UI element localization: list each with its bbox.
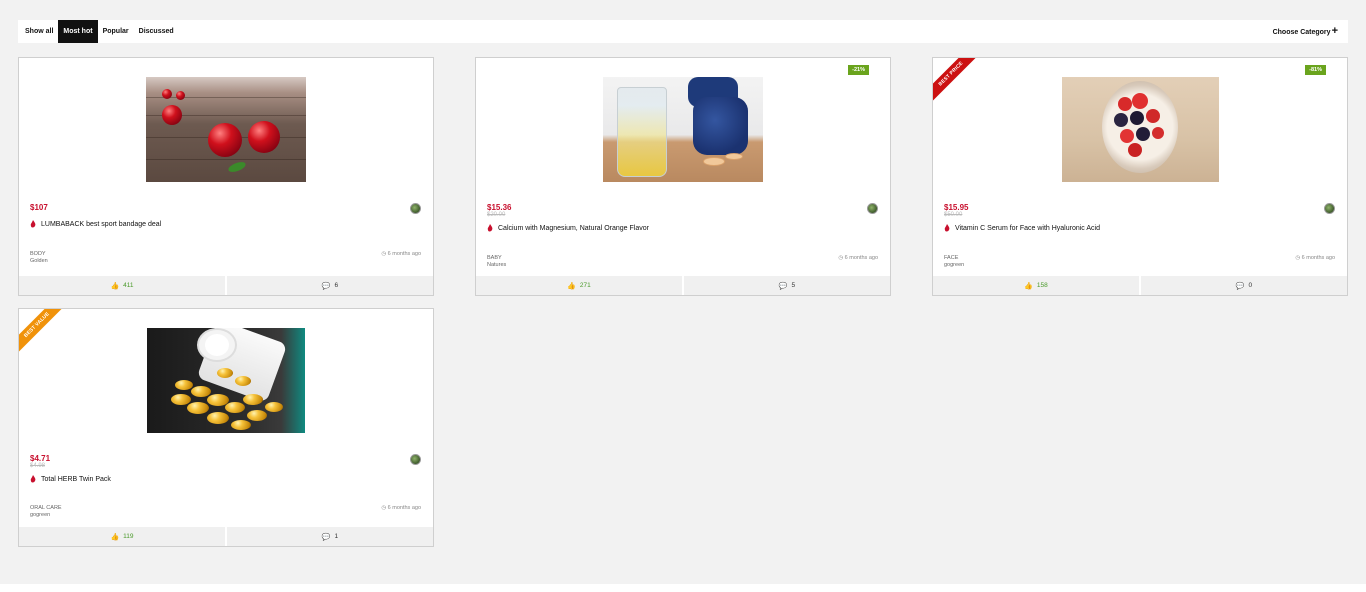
clock-icon: ◷ bbox=[1295, 255, 1301, 261]
deal-category-block: BODY Golden bbox=[30, 251, 48, 265]
avatar[interactable] bbox=[410, 454, 421, 465]
deal-old-price: $20.00 bbox=[487, 212, 506, 218]
deal-title-link[interactable]: LUMBABACK best sport bandage deal bbox=[30, 220, 161, 228]
clock-icon: ◷ bbox=[381, 251, 387, 257]
comments-button[interactable]: 💬 6 bbox=[227, 276, 433, 295]
like-button[interactable]: 👍 411 bbox=[19, 276, 225, 295]
deal-price: $4.71 bbox=[30, 454, 51, 463]
flame-icon bbox=[944, 224, 950, 232]
plus-icon: + bbox=[1331, 25, 1338, 37]
deal-category-block: FACE gogreen bbox=[944, 255, 964, 269]
deal-card[interactable]: $107 LUMBABACK best sport bandage deal B… bbox=[18, 57, 434, 296]
deal-title: Vitamin C Serum for Face with Hyaluronic… bbox=[955, 224, 1100, 232]
comment-icon: 💬 bbox=[321, 282, 331, 290]
deal-image-cherries[interactable] bbox=[146, 77, 306, 182]
deal-title-link[interactable]: Total HERB Twin Pack bbox=[30, 475, 111, 483]
flame-icon bbox=[487, 224, 493, 232]
deal-price: $15.95 bbox=[944, 203, 969, 212]
deal-author[interactable]: gogreen bbox=[30, 512, 62, 519]
flame-icon bbox=[30, 475, 36, 483]
deal-author[interactable]: Golden bbox=[30, 258, 48, 265]
deal-time: ◷ 6 months ago bbox=[838, 255, 878, 261]
deal-old-price: $4.98 bbox=[30, 463, 46, 469]
comment-icon: 💬 bbox=[778, 282, 788, 290]
deal-image-water[interactable] bbox=[603, 77, 763, 182]
choose-category-label: Choose Category bbox=[1272, 29, 1331, 36]
discount-badge: -21% bbox=[848, 65, 869, 75]
deal-price: $107 bbox=[30, 203, 48, 212]
comment-icon: 💬 bbox=[1235, 282, 1245, 290]
deal-category-block: ORAL CARE gogreen bbox=[30, 505, 62, 519]
comments-button[interactable]: 💬 1 bbox=[227, 527, 433, 546]
deal-card[interactable]: BEST PRICE -81% $15.95 $50.00 Vitamin C … bbox=[932, 57, 1348, 296]
avatar[interactable] bbox=[1324, 203, 1335, 214]
deal-category-block: BABY Natures bbox=[487, 255, 506, 269]
like-button[interactable]: 👍 158 bbox=[933, 276, 1139, 295]
clock-icon: ◷ bbox=[838, 255, 844, 261]
deal-title-link[interactable]: Vitamin C Serum for Face with Hyaluronic… bbox=[944, 224, 1100, 232]
tab-most-hot[interactable]: Most hot bbox=[58, 20, 98, 43]
deal-time: ◷ 6 months ago bbox=[381, 505, 421, 511]
tab-discussed[interactable]: Discussed bbox=[134, 20, 179, 43]
deal-footer: 👍 158 💬 0 bbox=[933, 276, 1347, 295]
deal-card[interactable]: BEST VALUE $4.71 $4.98 Total HERB Twin P… bbox=[18, 308, 434, 547]
thumbs-up-icon: 👍 bbox=[110, 282, 120, 290]
thumbs-up-icon: 👍 bbox=[110, 533, 120, 541]
deal-author[interactable]: gogreen bbox=[944, 262, 964, 269]
comment-icon: 💬 bbox=[321, 533, 331, 541]
discount-badge: -81% bbox=[1305, 65, 1326, 75]
deal-footer: 👍 271 💬 5 bbox=[476, 276, 890, 295]
deal-category[interactable]: ORAL CARE bbox=[30, 505, 62, 512]
deal-category[interactable]: BODY bbox=[30, 251, 48, 258]
deal-card[interactable]: -21% $15.36 $20.00 Calcium with Magnesiu… bbox=[475, 57, 891, 296]
deal-image-berries[interactable] bbox=[1061, 77, 1219, 182]
thumbs-up-icon: 👍 bbox=[567, 282, 576, 290]
filter-bar: Show all Most hot Popular Discussed Choo… bbox=[18, 20, 1348, 43]
deal-title: Total HERB Twin Pack bbox=[41, 475, 111, 483]
deal-price: $15.36 bbox=[487, 203, 512, 212]
comments-button[interactable]: 💬 5 bbox=[684, 276, 890, 295]
deal-category[interactable]: BABY bbox=[487, 255, 506, 262]
deal-title: Calcium with Magnesium, Natural Orange F… bbox=[498, 224, 649, 232]
clock-icon: ◷ bbox=[381, 505, 387, 511]
tab-show-all[interactable]: Show all bbox=[20, 20, 58, 43]
deal-title-link[interactable]: Calcium with Magnesium, Natural Orange F… bbox=[487, 224, 649, 232]
like-button[interactable]: 👍 119 bbox=[19, 527, 225, 546]
avatar[interactable] bbox=[867, 203, 878, 214]
deal-footer: 👍 411 💬 6 bbox=[19, 276, 433, 295]
deal-old-price: $50.00 bbox=[944, 212, 963, 218]
choose-category-button[interactable]: Choose Category+ bbox=[1273, 20, 1338, 43]
like-button[interactable]: 👍 271 bbox=[476, 276, 682, 295]
deal-image-capsules[interactable] bbox=[147, 328, 305, 433]
tab-popular[interactable]: Popular bbox=[98, 20, 134, 43]
deal-author[interactable]: Natures bbox=[487, 262, 506, 269]
deal-title: LUMBABACK best sport bandage deal bbox=[41, 220, 162, 228]
deal-time: ◷ 6 months ago bbox=[381, 251, 421, 257]
deal-time: ◷ 6 months ago bbox=[1295, 255, 1335, 261]
avatar[interactable] bbox=[410, 203, 421, 214]
thumbs-up-icon: 👍 bbox=[1024, 282, 1033, 290]
flame-icon bbox=[30, 220, 36, 228]
page-bottom-band bbox=[0, 584, 1366, 592]
deal-footer: 👍 119 💬 1 bbox=[19, 527, 433, 546]
deal-category[interactable]: FACE bbox=[944, 255, 964, 262]
comments-button[interactable]: 💬 0 bbox=[1141, 276, 1347, 295]
